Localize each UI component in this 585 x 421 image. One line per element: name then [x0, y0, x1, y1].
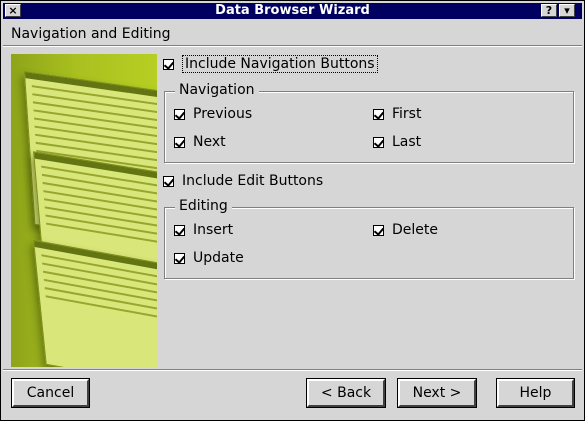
checkbox-checked-icon[interactable] [373, 108, 384, 120]
checkbox-checked-icon[interactable] [174, 252, 185, 264]
header-divider [3, 45, 582, 47]
navigation-group-title: Navigation [175, 82, 259, 98]
wizard-illustration [11, 54, 157, 367]
checkbox-checked-icon[interactable] [373, 136, 384, 148]
editing-group-title: Editing [175, 198, 232, 214]
next-button[interactable]: Next > [397, 378, 477, 408]
navigation-group [164, 91, 574, 163]
next-label: Next [193, 134, 226, 150]
checkbox-checked-icon[interactable] [174, 136, 185, 148]
wizard-window: Data Browser Wizard × ? ▾ Navigation and… [0, 0, 585, 421]
include-navigation-label: Include Navigation Buttons [182, 55, 378, 73]
editing-group [164, 207, 574, 279]
checkbox-checked-icon[interactable] [373, 224, 384, 236]
illustration-sheet-front [33, 239, 157, 367]
checkbox-checked-icon[interactable] [174, 108, 185, 120]
title-bar[interactable]: Data Browser Wizard × ? ▾ [3, 3, 582, 19]
footer-divider [3, 369, 582, 371]
window-title: Data Browser Wizard [215, 3, 370, 18]
previous-label: Previous [193, 106, 253, 122]
insert-checkbox[interactable]: Insert [174, 221, 233, 239]
checkbox-checked-icon[interactable] [163, 58, 174, 70]
back-button[interactable]: < Back [306, 378, 386, 408]
last-checkbox[interactable]: Last [373, 133, 421, 151]
include-edit-label: Include Edit Buttons [182, 173, 324, 189]
include-navigation-checkbox[interactable]: Include Navigation Buttons [163, 55, 378, 73]
help-icon[interactable]: ? [541, 4, 557, 17]
insert-label: Insert [193, 222, 234, 238]
checkbox-checked-icon[interactable] [174, 224, 185, 236]
page-title: Navigation and Editing [11, 26, 171, 42]
delete-label: Delete [392, 222, 438, 238]
close-icon[interactable]: × [5, 4, 21, 17]
first-label: First [392, 106, 422, 122]
last-label: Last [392, 134, 422, 150]
first-checkbox[interactable]: First [373, 105, 421, 123]
previous-checkbox[interactable]: Previous [174, 105, 252, 123]
update-checkbox[interactable]: Update [174, 249, 244, 267]
delete-checkbox[interactable]: Delete [373, 221, 438, 239]
update-label: Update [193, 250, 244, 266]
cancel-button[interactable]: Cancel [11, 378, 90, 408]
next-checkbox[interactable]: Next [174, 133, 226, 151]
window-menu-icon[interactable]: ▾ [559, 4, 575, 17]
include-edit-checkbox[interactable]: Include Edit Buttons [163, 172, 323, 190]
help-button[interactable]: Help [496, 378, 575, 408]
checkbox-checked-icon[interactable] [163, 175, 174, 187]
